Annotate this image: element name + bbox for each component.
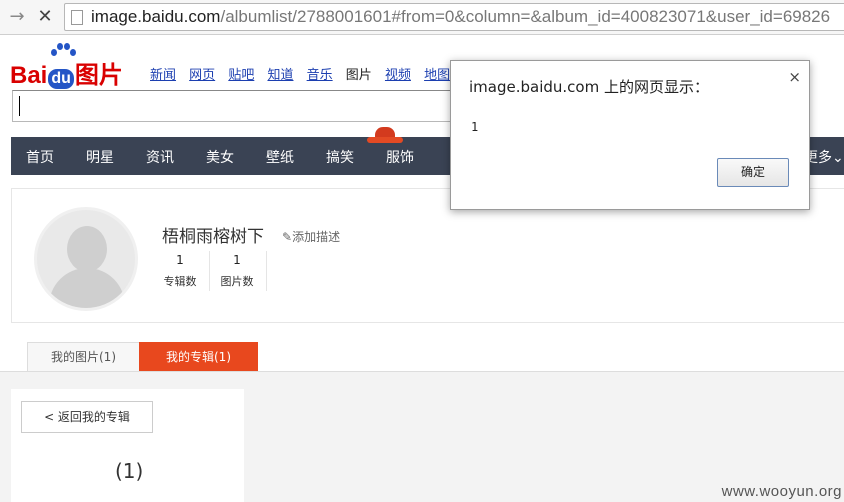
tab-my-albums[interactable]: 我的专辑(1) — [139, 342, 258, 371]
ok-button[interactable]: 确定 — [717, 158, 789, 187]
link-web[interactable]: 网页 — [189, 68, 215, 83]
address-bar[interactable]: image.baidu.com/albumlist/2788001601#fro… — [64, 3, 844, 31]
nav-beauty[interactable]: 美女 — [206, 147, 234, 167]
stat-images-count: 1 — [233, 253, 241, 267]
avatar[interactable] — [34, 207, 138, 311]
stat-albums-label: 专辑数 — [163, 275, 197, 288]
link-zhidao[interactable]: 知道 — [267, 68, 293, 83]
username: 梧桐雨榕树下 — [162, 227, 264, 247]
tab-my-images[interactable]: 我的图片(1) — [27, 342, 140, 371]
edit-icon: ✎ — [282, 230, 293, 244]
url-host: image.baidu.com — [91, 7, 221, 26]
forward-icon[interactable]: → — [6, 6, 28, 28]
link-news[interactable]: 新闻 — [150, 68, 176, 83]
close-icon[interactable]: × — [788, 68, 801, 86]
url-path: /albumlist/2788001601#from=0&column=&alb… — [220, 7, 831, 26]
alert-dialog: image.baidu.com 上的网页显示： × 1 确定 — [450, 60, 810, 210]
stat-images-label: 图片数 — [220, 275, 254, 288]
divider — [209, 251, 210, 291]
logo-du: du — [48, 69, 74, 89]
watermark: www.wooyun.org — [721, 483, 842, 500]
link-map[interactable]: 地图 — [424, 68, 450, 83]
add-description-label: 添加描述 — [292, 230, 341, 244]
search-input[interactable] — [12, 90, 454, 122]
nav-stars[interactable]: 明星 — [86, 147, 114, 167]
dialog-message: 1 — [471, 120, 479, 134]
browser-toolbar: → ✕ image.baidu.com/albumlist/2788001601… — [0, 0, 844, 35]
nav-home[interactable]: 首页 — [26, 147, 54, 167]
link-video[interactable]: 视频 — [385, 68, 411, 83]
link-music[interactable]: 音乐 — [307, 68, 333, 83]
nav-fashion[interactable]: 服饰 — [386, 147, 414, 167]
baidu-logo[interactable]: Bai du 图片 — [10, 43, 123, 90]
link-images[interactable]: 图片 — [346, 68, 372, 83]
logo-bai: Bai — [10, 62, 48, 89]
text-caret — [19, 96, 20, 116]
stat-images: 1 图片数 — [214, 253, 260, 289]
hat-icon — [367, 125, 403, 147]
profile-tabs: 我的图片(1) 我的专辑(1) — [0, 341, 844, 372]
nav-news[interactable]: 资讯 — [146, 147, 174, 167]
link-tieba[interactable]: 贴吧 — [228, 68, 254, 83]
dialog-title: image.baidu.com 上的网页显示： — [469, 78, 709, 96]
back-to-albums-button[interactable]: < 返回我的专辑 — [21, 401, 153, 433]
logo-images: 图片 — [74, 62, 123, 89]
nav-wallpaper[interactable]: 壁纸 — [266, 147, 294, 167]
stat-albums-count: 1 — [176, 253, 184, 267]
album-panel: < 返回我的专辑 (1) — [11, 389, 244, 502]
chevron-down-icon: ⌄ — [832, 150, 844, 166]
add-description-link[interactable]: ✎添加描述 — [282, 228, 340, 245]
stat-albums: 1 专辑数 — [157, 253, 203, 289]
nav-funny[interactable]: 搞笑 — [326, 147, 354, 167]
paw-icon — [51, 43, 76, 57]
divider — [266, 251, 267, 291]
album-count: (1) — [115, 459, 144, 483]
page-icon — [71, 10, 83, 25]
top-links: 新闻 网页 贴吧 知道 音乐 图片 视频 地图 — [150, 64, 459, 83]
stop-icon[interactable]: ✕ — [34, 6, 56, 28]
